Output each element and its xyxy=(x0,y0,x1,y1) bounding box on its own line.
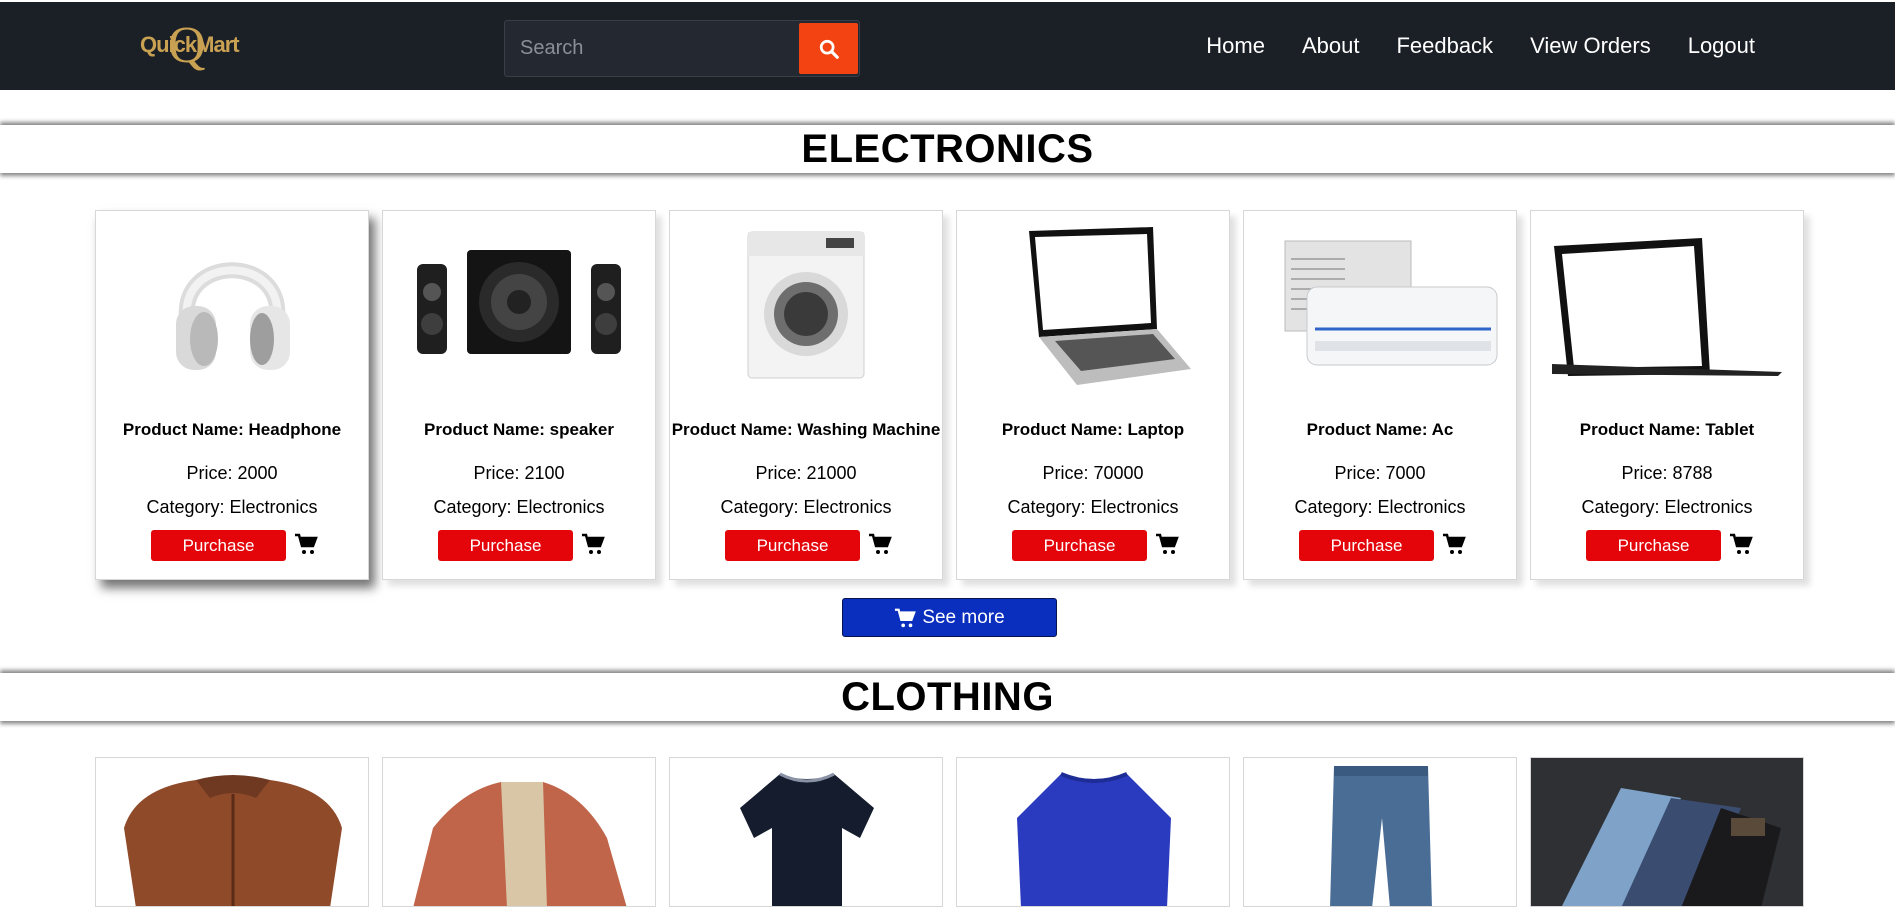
product-image-stacked-jeans xyxy=(1531,758,1803,906)
product-image-tablet xyxy=(1531,211,1803,396)
search-icon xyxy=(819,39,839,59)
see-more-label: See more xyxy=(922,606,1005,628)
search-bar xyxy=(504,20,860,77)
nav-about[interactable]: About xyxy=(1302,33,1360,59)
product-category: Category: Electronics xyxy=(1007,497,1179,517)
product-price: Price: 8788 xyxy=(1621,463,1713,483)
product-image-blue-jeans xyxy=(1330,766,1432,906)
product-image-blue-sweatshirt xyxy=(1017,772,1171,906)
cart-icon[interactable] xyxy=(294,532,318,556)
product-image-headphone xyxy=(96,211,368,396)
purchase-button[interactable]: Purchase xyxy=(1586,530,1721,561)
nav-logout[interactable]: Logout xyxy=(1688,33,1755,59)
purchase-button[interactable]: Purchase xyxy=(1299,530,1434,561)
product-card-headphone[interactable]: Product Name: Headphone Price: 2000 Cate… xyxy=(95,210,369,580)
product-price: Price: 2100 xyxy=(473,463,565,483)
product-name: Product Name: Tablet xyxy=(1579,420,1755,439)
cart-icon xyxy=(895,608,917,627)
product-category: Category: Electronics xyxy=(146,497,318,517)
product-image-speaker xyxy=(383,211,655,396)
search-input[interactable] xyxy=(505,21,799,76)
product-image-ac xyxy=(1244,211,1516,396)
product-price: Price: 21000 xyxy=(755,463,857,483)
product-card-washing-machine[interactable]: Product Name: Washing Machine Price: 210… xyxy=(669,210,943,580)
nav-links: Home About Feedback View Orders Logout xyxy=(1169,2,1755,90)
product-card-blue-sweatshirt[interactable] xyxy=(956,757,1230,907)
purchase-button[interactable]: Purchase xyxy=(438,530,573,561)
product-name: Product Name: speaker xyxy=(424,420,614,439)
product-image-leather-jacket xyxy=(124,775,342,906)
product-image-navy-tshirt xyxy=(740,772,874,906)
nav-feedback[interactable]: Feedback xyxy=(1396,33,1493,59)
purchase-button[interactable]: Purchase xyxy=(151,530,286,561)
product-card-ac[interactable]: Product Name: Ac Price: 7000 Category: E… xyxy=(1243,210,1517,580)
product-card-navy-tshirt[interactable] xyxy=(669,757,943,907)
product-name: Product Name: Headphone xyxy=(122,420,342,439)
brand-logo[interactable]: Q QuickMart xyxy=(138,18,240,74)
section-title: ELECTRONICS xyxy=(801,126,1094,171)
product-price: Price: 70000 xyxy=(1042,463,1144,483)
cart-icon[interactable] xyxy=(868,532,892,556)
product-image-washing-machine xyxy=(670,211,942,396)
section-header-electronics: ELECTRONICS xyxy=(0,125,1895,173)
logo-text: QuickMart xyxy=(140,32,240,57)
product-name: Product Name: Washing Machine xyxy=(671,420,941,439)
product-card-stacked-jeans[interactable] xyxy=(1530,757,1804,907)
product-category: Category: Electronics xyxy=(1581,497,1753,517)
cart-icon[interactable] xyxy=(1729,532,1753,556)
cart-icon[interactable] xyxy=(581,532,605,556)
product-card-blue-jeans[interactable] xyxy=(1243,757,1517,907)
product-category: Category: Electronics xyxy=(433,497,605,517)
nav-home[interactable]: Home xyxy=(1206,33,1265,59)
purchase-button[interactable]: Purchase xyxy=(725,530,860,561)
section-title: CLOTHING xyxy=(841,674,1054,719)
product-card-laptop[interactable]: Product Name: Laptop Price: 70000 Catego… xyxy=(956,210,1230,580)
product-image-laptop xyxy=(957,211,1229,396)
product-category: Category: Electronics xyxy=(720,497,892,517)
cart-icon[interactable] xyxy=(1442,532,1466,556)
product-card-leather-jacket[interactable] xyxy=(95,757,369,907)
nav-view-orders[interactable]: View Orders xyxy=(1530,33,1651,59)
product-name: Product Name: Ac xyxy=(1306,420,1454,439)
product-card-speaker[interactable]: Product Name: speaker Price: 2100 Catego… xyxy=(382,210,656,580)
product-image-bomber-jacket xyxy=(413,782,627,906)
purchase-button[interactable]: Purchase xyxy=(1012,530,1147,561)
product-category: Category: Electronics xyxy=(1294,497,1466,517)
product-card-bomber-jacket[interactable] xyxy=(382,757,656,907)
see-more-button[interactable]: See more xyxy=(842,598,1057,637)
product-name: Product Name: Laptop xyxy=(1001,420,1185,439)
product-price: Price: 2000 xyxy=(186,463,278,483)
section-header-clothing: CLOTHING xyxy=(0,673,1895,721)
product-price: Price: 7000 xyxy=(1334,463,1426,483)
product-card-tablet[interactable]: Product Name: Tablet Price: 8788 Categor… xyxy=(1530,210,1804,580)
navbar: Q QuickMart Home About Feedback View Ord… xyxy=(0,2,1895,90)
search-button[interactable] xyxy=(799,23,858,74)
cart-icon[interactable] xyxy=(1155,532,1179,556)
